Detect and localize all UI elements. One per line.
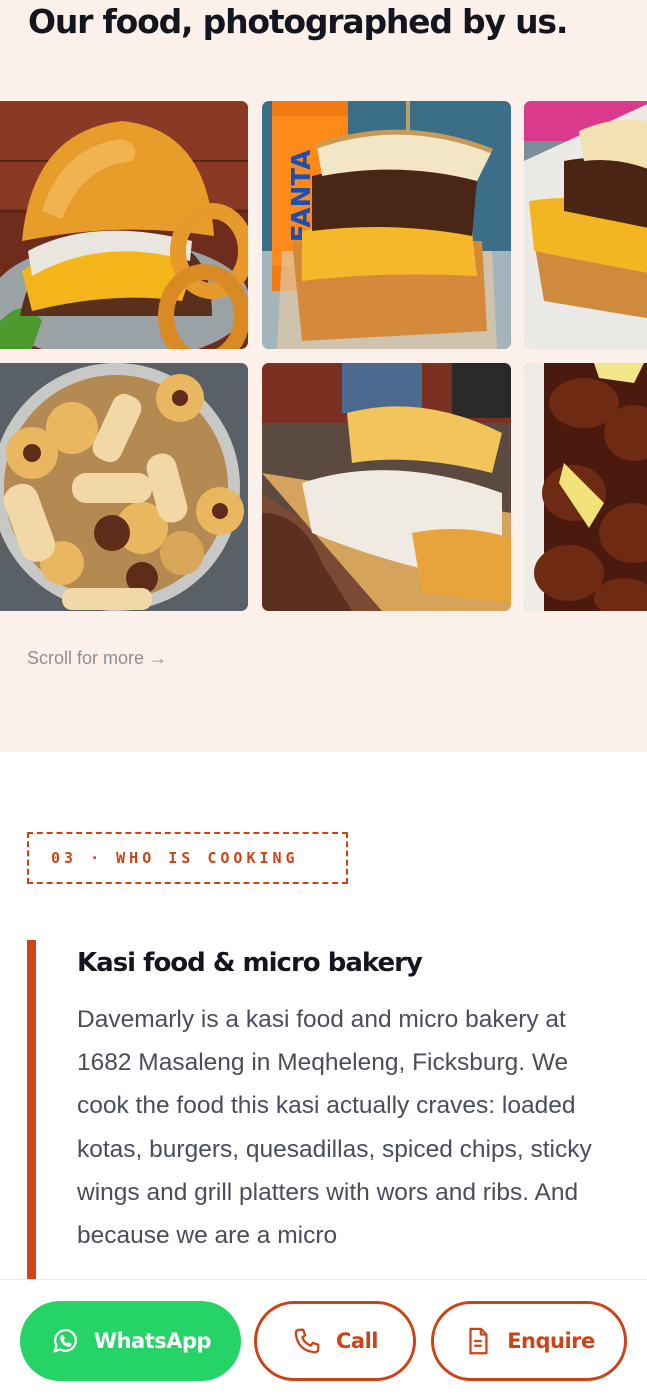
phone-icon <box>294 1328 320 1354</box>
section-eyebrow: 03 · WHO IS COOKING <box>27 832 348 884</box>
about-heading: Kasi food & micro bakery <box>77 948 423 978</box>
enquire-button[interactable]: Enquire <box>431 1301 627 1381</box>
whatsapp-icon <box>53 1329 77 1353</box>
gallery-photo-kota-fanta[interactable]: FANTA <box>262 101 511 349</box>
sticky-action-bar: WhatsApp Call Enquire <box>0 1279 647 1400</box>
about-description: Davemarly is a kasi food and micro baker… <box>77 1006 592 1250</box>
whatsapp-label: WhatsApp <box>93 1329 212 1353</box>
gallery-photo-burger[interactable] <box>0 101 248 349</box>
document-icon <box>469 1327 488 1355</box>
scroll-for-more-hint[interactable]: Scroll for more → <box>27 648 167 669</box>
gallery-title: Our food, photographed by us. <box>28 2 568 41</box>
about-block: Kasi food & micro bakery Davemarly is a … <box>27 940 627 1280</box>
enquire-label: Enquire <box>507 1329 595 1353</box>
gallery-photo-wings[interactable] <box>524 363 647 611</box>
gallery-photo-quesadilla-platter[interactable] <box>262 363 511 611</box>
whatsapp-button[interactable]: WhatsApp <box>20 1301 241 1381</box>
gallery-photo-kota-box[interactable] <box>524 101 647 349</box>
call-label: Call <box>336 1329 378 1353</box>
call-button[interactable]: Call <box>254 1301 416 1381</box>
gallery-photo-biscuits[interactable] <box>0 363 248 611</box>
food-gallery-section: Our food, photographed by us. FANTA Scro… <box>0 0 647 752</box>
